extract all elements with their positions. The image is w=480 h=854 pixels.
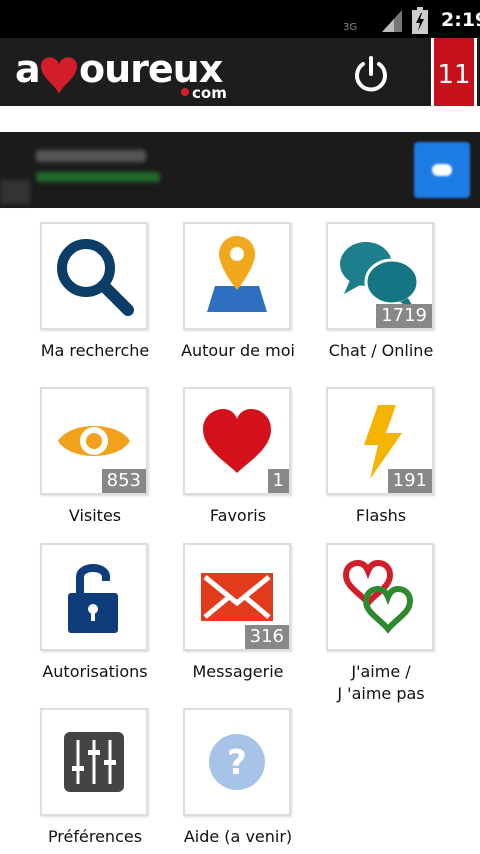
menu-label: J'aime / J 'aime pas: [337, 662, 425, 703]
logo-wordmark: a oureux com: [15, 47, 227, 102]
signal-icon: [382, 10, 402, 32]
favorites-count-badge: 1: [267, 469, 289, 493]
visits-count-badge: 853: [101, 469, 146, 493]
app-header: a oureux com: [0, 38, 480, 106]
sliders-icon: [64, 732, 124, 792]
svg-text:?: ?: [227, 743, 247, 783]
search-icon: [57, 239, 134, 316]
ad-logo-blurred: [0, 180, 30, 204]
menu-tile[interactable]: ?: [183, 708, 291, 816]
unlock-icon: [68, 564, 118, 633]
menu-tile[interactable]: [183, 222, 291, 330]
flashs-count-badge: 191: [387, 469, 432, 493]
messages-count-badge: 316: [244, 625, 289, 649]
battery-charging-icon: [412, 7, 428, 34]
menu-tile[interactable]: 316: [183, 543, 291, 651]
ad-title-blurred: [36, 150, 146, 162]
status-bar: 3G 2:19: [0, 0, 480, 38]
ad-banner[interactable]: [0, 132, 480, 208]
menu-tile[interactable]: 191: [326, 387, 434, 495]
header-spacer: [0, 106, 480, 132]
clock: 2:19: [441, 9, 480, 31]
menu-tile[interactable]: [40, 543, 148, 651]
svg-text:com: com: [192, 84, 227, 102]
menu-tile[interactable]: [40, 222, 148, 330]
menu-tile[interactable]: 1719: [326, 222, 434, 330]
menu-tile[interactable]: 1: [183, 387, 291, 495]
double-heart-icon: [342, 559, 414, 634]
menu-tile[interactable]: 853: [40, 387, 148, 495]
map-pin-icon: [207, 236, 267, 312]
menu-label: Aide (a venir): [183, 827, 293, 846]
ad-subtitle-blurred: [36, 172, 160, 182]
unread-count-badge: 1719: [376, 304, 432, 328]
menu-tile[interactable]: [40, 708, 148, 816]
network-type: 3G: [343, 22, 358, 33]
ad-action-button[interactable]: [414, 142, 470, 198]
svg-text:a: a: [15, 48, 40, 91]
menu-label: Chat / Online: [328, 341, 434, 360]
menu-tile[interactable]: [326, 543, 434, 651]
notification-count: 11: [437, 60, 471, 90]
menu-label: Flashs: [355, 506, 407, 525]
power-icon[interactable]: [351, 54, 391, 94]
help-icon: ?: [209, 734, 265, 790]
main-menu-grid: Ma recherche Autour de moi 1719 Chat / O…: [0, 208, 480, 854]
amoureux-logo[interactable]: a oureux com: [15, 47, 235, 102]
